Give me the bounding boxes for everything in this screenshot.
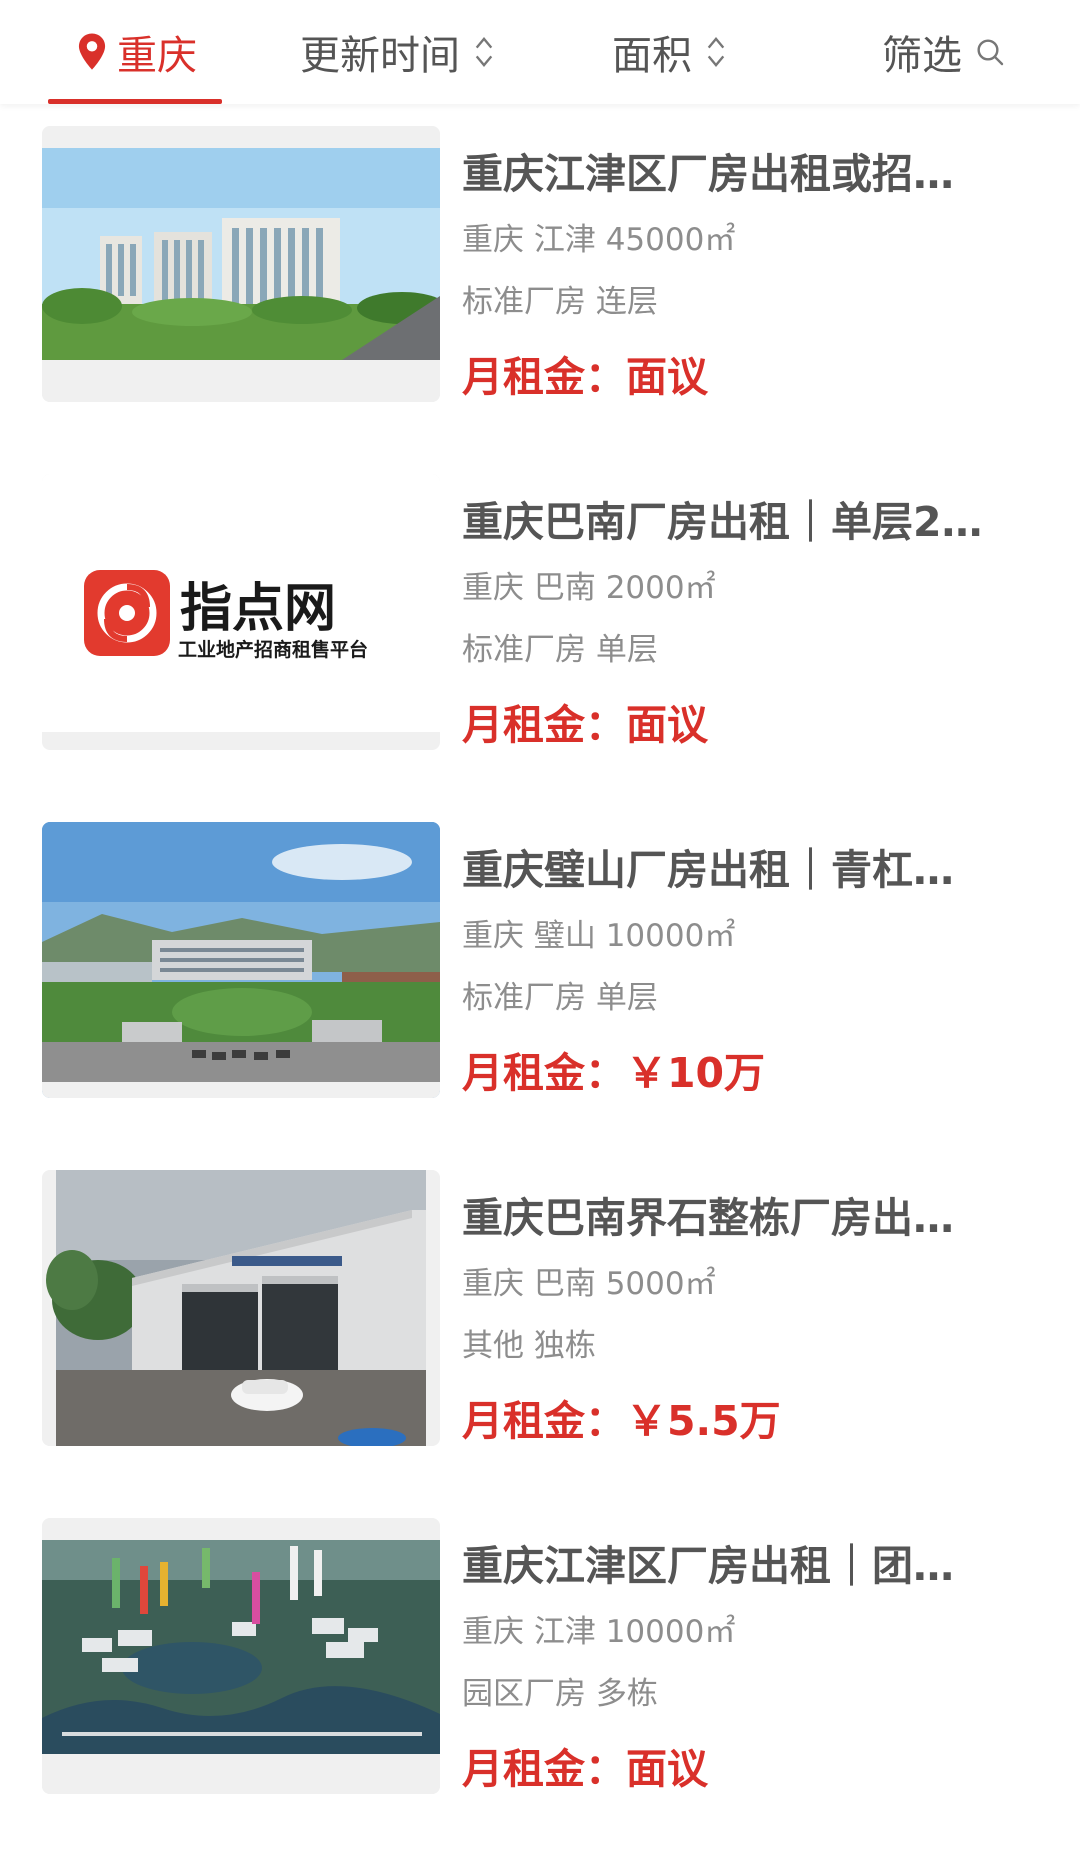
listing-thumbnail	[42, 822, 440, 1098]
update-time-label: 更新时间	[300, 33, 460, 79]
listing-rent: 月租金：面议	[462, 350, 1042, 404]
logo-title: 指点网	[180, 579, 336, 639]
listing-type: 标准厂房 单层	[462, 980, 658, 1016]
sort-toggle-icon	[707, 37, 725, 67]
rent-label: 月租金：	[462, 701, 626, 749]
listing-title[interactable]: 重庆巴南界石整栋厂房出…	[462, 1188, 1042, 1248]
listing-thumbnail	[42, 126, 440, 402]
rent-label: 月租金：	[462, 1745, 626, 1793]
industrial-park-photo	[42, 822, 440, 1098]
listing-type: 园区厂房 多栋	[462, 1676, 658, 1712]
listing-thumbnail	[42, 1518, 440, 1794]
listing-thumbnail	[42, 1170, 440, 1446]
rent-value: ￥10万	[626, 1049, 766, 1097]
rent-label: 月租金：	[462, 353, 626, 401]
filter-label: 筛选	[882, 33, 962, 79]
listing-title[interactable]: 重庆江津区厂房出租｜团…	[462, 1536, 1042, 1596]
rent-value: ￥5.5万	[626, 1397, 781, 1445]
listing-card[interactable]: 重庆巴南界石整栋厂房出… 重庆 巴南 5000㎡ 其他 独栋 月租金：￥5.5万	[0, 1148, 1080, 1496]
active-tab-indicator	[48, 99, 222, 104]
listing-card[interactable]: 重庆璧山厂房出租｜青杠… 重庆 璧山 10000㎡ 标准厂房 单层 月租金：￥1…	[0, 800, 1080, 1148]
listing-title[interactable]: 重庆巴南厂房出租｜单层2…	[462, 492, 1042, 552]
listing-rent: 月租金：￥10万	[462, 1046, 1042, 1100]
listing-card[interactable]: 重庆江津区厂房出租｜团… 重庆 江津 10000㎡ 园区厂房 多栋 月租金：面议	[0, 1496, 1080, 1844]
search-icon	[977, 39, 1004, 66]
listing-location: 重庆 巴南 5000㎡	[462, 1266, 716, 1302]
rent-label: 月租金：	[462, 1049, 626, 1097]
sort-toggle-icon	[475, 37, 493, 67]
listing-thumbnail: 指点网 工业地产招商租售平台	[42, 474, 440, 750]
listing-type: 标准厂房 连层	[462, 284, 658, 320]
aerial-park-rendering	[42, 1518, 440, 1794]
listing-location: 重庆 江津 10000㎡	[462, 1614, 736, 1650]
listing-type: 标准厂房 单层	[462, 632, 658, 668]
rent-label: 月租金：	[462, 1397, 626, 1445]
city-selector[interactable]: 重庆	[48, 0, 222, 104]
listing-card[interactable]: 重庆江津区厂房出租或招… 重庆 江津 45000㎡ 标准厂房 连层 月租金：面议	[0, 104, 1080, 452]
rent-value: 面议	[626, 1745, 708, 1793]
listing-rent: 月租金：面议	[462, 1742, 1042, 1796]
listing-title[interactable]: 重庆璧山厂房出租｜青杠…	[462, 840, 1042, 900]
city-label: 重庆	[117, 33, 197, 79]
sort-area[interactable]: 面积	[612, 0, 728, 104]
listing-rent: 月租金：￥5.5万	[462, 1394, 1042, 1448]
listing-rent: 月租金：面议	[462, 698, 1042, 752]
listing-location: 重庆 巴南 2000㎡	[462, 570, 716, 606]
filter-bar: 重庆 更新时间 面积 筛选	[0, 0, 1080, 104]
factory-buildings-photo	[42, 126, 440, 402]
sort-update-time[interactable]: 更新时间	[300, 0, 496, 104]
location-pin-icon	[78, 33, 106, 70]
listing-card[interactable]: 指点网 工业地产招商租售平台 重庆巴南厂房出租｜单层2… 重庆 巴南 2000㎡…	[0, 452, 1080, 800]
logo-subtitle: 工业地产招商租售平台	[178, 638, 368, 661]
rent-value: 面议	[626, 701, 708, 749]
warehouse-photo	[42, 1170, 440, 1446]
listing-location: 重庆 璧山 10000㎡	[462, 918, 736, 954]
area-label: 面积	[612, 33, 692, 79]
rent-value: 面议	[626, 353, 708, 401]
listing-title[interactable]: 重庆江津区厂房出租或招…	[462, 144, 1042, 204]
listing-location: 重庆 江津 45000㎡	[462, 222, 736, 258]
listing-type: 其他 独栋	[462, 1328, 596, 1364]
zhidianwang-logo: 指点网 工业地产招商租售平台	[42, 474, 440, 750]
filter-button[interactable]: 筛选	[882, 0, 1006, 104]
